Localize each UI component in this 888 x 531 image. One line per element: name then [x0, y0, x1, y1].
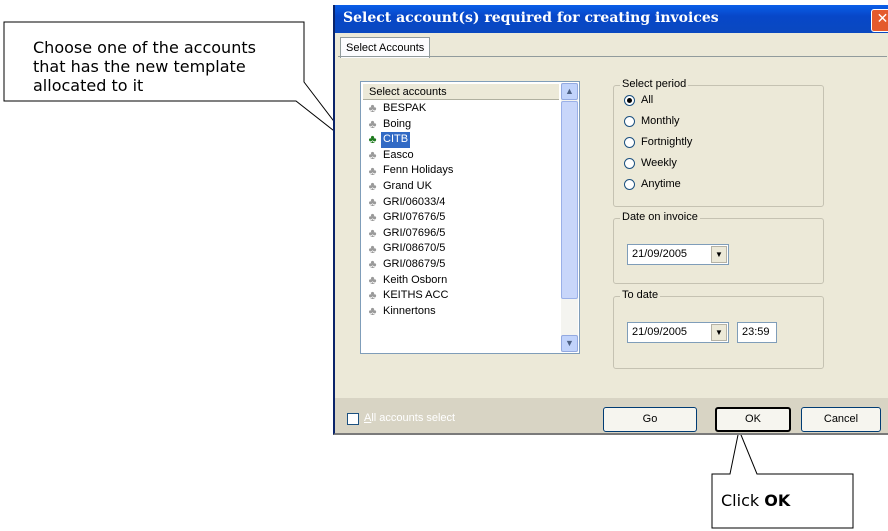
title-bar: Select account(s) required for creating … — [335, 5, 888, 33]
dropdown-arrow-icon[interactable]: ▼ — [711, 246, 727, 263]
ok-button[interactable]: OK — [715, 407, 791, 432]
tree-icon: ♣ — [368, 304, 377, 319]
list-item[interactable]: ♣ GRI/08670/5 — [363, 241, 559, 257]
list-header[interactable]: Select accounts — [363, 84, 559, 100]
list-item[interactable]: ♣ Easco — [363, 148, 559, 164]
tree-icon: ♣ — [368, 101, 377, 116]
cancel-button[interactable]: Cancel — [801, 407, 881, 432]
list-item[interactable]: ♣ Grand UK — [363, 179, 559, 195]
all-accounts-label-rest: ll accounts select — [371, 412, 456, 424]
account-name: Grand UK — [383, 179, 432, 192]
callout-choose-account-text: Choose one of the accounts that has the … — [33, 38, 256, 95]
accounts-listbox[interactable]: Select accounts ♣ BESPAK ♣ Boing ♣ CITB ♣ Easco… — [360, 81, 580, 354]
callout-click-ok-prefix: Click — [721, 491, 765, 510]
scrollbar-thumb[interactable] — [561, 101, 578, 299]
list-item[interactable]: ♣ GRI/08679/5 — [363, 257, 559, 273]
period-option-weekly[interactable]: Weekly — [624, 157, 677, 169]
list-item[interactable]: ♣ GRI/06033/4 — [363, 195, 559, 211]
list-item[interactable]: ♣ GRI/07676/5 — [363, 210, 559, 226]
to-date-picker[interactable]: 21/09/2005 ▼ — [627, 322, 729, 343]
period-option-fortnightly[interactable]: Fortnightly — [624, 136, 692, 148]
period-option-anytime[interactable]: Anytime — [624, 178, 681, 190]
radio-button[interactable] — [624, 136, 635, 148]
period-option-label: Monthly — [641, 115, 680, 127]
tree-icon: ♣ — [368, 272, 377, 287]
account-name: Easco — [383, 148, 414, 161]
list-item[interactable]: ♣ BESPAK — [363, 101, 559, 117]
tree-icon: ♣ — [368, 163, 377, 178]
list-item[interactable]: ♣ KEITHS ACC — [363, 288, 559, 304]
list-item[interactable]: ♣ GRI/07696/5 — [363, 226, 559, 242]
tab-select-accounts[interactable]: Select Accounts — [340, 37, 431, 58]
to-date-group: To date 21/09/2005 ▼ 23:59 — [613, 289, 824, 369]
list-item[interactable]: ♣ Boing — [363, 117, 559, 133]
tree-icon: ♣ — [368, 288, 377, 303]
account-name: BESPAK — [383, 102, 427, 114]
date-on-invoice-legend: Date on invoice — [620, 211, 700, 223]
account-name: GRI/08679/5 — [383, 257, 446, 270]
radio-button[interactable] — [624, 178, 635, 190]
tree-icon: ♣ — [368, 257, 377, 272]
scroll-up-icon[interactable]: ▲ — [561, 83, 578, 100]
tree-icon: ♣ — [368, 116, 377, 131]
date-on-invoice-value: 21/09/2005 — [632, 248, 688, 260]
account-name: KEITHS ACC — [383, 289, 449, 302]
all-accounts-label[interactable]: All accounts select — [364, 412, 455, 424]
tree-icon: ♣ — [368, 241, 377, 256]
list-item[interactable]: ♣ CITB — [363, 132, 559, 148]
callout-click-ok-text: Click OK — [721, 491, 861, 510]
dialog-title: Select account(s) required for creating … — [343, 10, 719, 26]
all-accounts-checkbox[interactable] — [347, 413, 359, 425]
account-name: Boing — [383, 117, 412, 130]
go-button[interactable]: Go — [603, 407, 697, 432]
dialog-footer: All accounts select Go OK Cancel — [335, 398, 888, 433]
account-name: GRI/07676/5 — [383, 211, 446, 224]
account-list: ♣ BESPAK ♣ Boing ♣ CITB ♣ Easco ♣ Fenn Holidays ♣ G… — [363, 101, 559, 319]
date-on-invoice-picker[interactable]: 21/09/2005 ▼ — [627, 244, 729, 265]
tree-icon: ♣ — [368, 132, 377, 147]
to-time-field[interactable]: 23:59 — [737, 322, 777, 343]
list-item[interactable]: ♣ Keith Osborn — [363, 273, 559, 289]
account-name: CITB — [381, 132, 411, 148]
period-option-all[interactable]: All — [624, 94, 653, 106]
period-option-label: Anytime — [641, 178, 681, 190]
tree-icon: ♣ — [368, 179, 377, 194]
select-period-group: Select period All Monthly Fortnightly Weekl… — [613, 78, 824, 207]
vertical-scrollbar[interactable]: ▲ ▼ — [561, 83, 578, 352]
account-name: GRI/08670/5 — [383, 242, 446, 255]
list-item[interactable]: ♣ Fenn Holidays — [363, 163, 559, 179]
callout-click-ok-bold: OK — [764, 491, 791, 510]
period-option-label: Weekly — [641, 157, 677, 169]
period-option-label: Fortnightly — [641, 136, 693, 148]
callout-click-ok-bubble — [711, 428, 854, 529]
to-date-legend: To date — [620, 289, 661, 301]
period-option-label: All — [641, 94, 654, 106]
select-period-legend: Select period — [620, 78, 689, 90]
list-item[interactable]: ♣ Kinnertons — [363, 304, 559, 320]
period-option-monthly[interactable]: Monthly — [624, 115, 680, 127]
account-name: Fenn Holidays — [383, 164, 454, 177]
tree-icon: ♣ — [368, 226, 377, 241]
radio-button[interactable] — [624, 115, 635, 127]
account-name: Keith Osborn — [383, 273, 448, 286]
to-date-value: 21/09/2005 — [632, 326, 688, 338]
tree-icon: ♣ — [368, 210, 377, 225]
radio-button[interactable] — [624, 94, 635, 106]
scroll-down-icon[interactable]: ▼ — [561, 335, 578, 352]
dropdown-arrow-icon[interactable]: ▼ — [711, 324, 727, 341]
select-accounts-dialog: Select account(s) required for creating … — [333, 5, 888, 435]
tree-icon: ♣ — [368, 148, 377, 163]
tree-icon: ♣ — [368, 194, 377, 209]
account-name: GRI/07696/5 — [383, 226, 446, 239]
to-time-value: 23:59 — [742, 326, 770, 338]
account-name: GRI/06033/4 — [383, 195, 446, 208]
account-name: Kinnertons — [383, 304, 436, 317]
date-on-invoice-group: Date on invoice 21/09/2005 ▼ — [613, 211, 824, 284]
close-icon[interactable]: ✕ — [871, 9, 888, 32]
radio-button[interactable] — [624, 157, 635, 169]
